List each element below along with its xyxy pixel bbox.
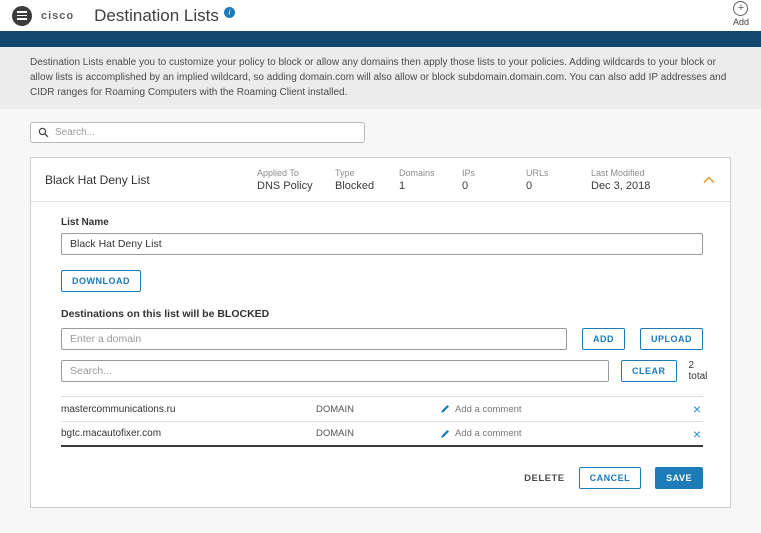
plus-icon: +: [733, 0, 749, 16]
col-domains: Domains 1: [399, 167, 435, 192]
add-comment-button[interactable]: Add a comment: [440, 404, 522, 415]
destination-cell: bgtc.macautofixer.com: [61, 428, 162, 439]
add-domain-row: ADD UPLOAD: [61, 328, 703, 350]
card-footer-actions: DELETE CANCEL SAVE: [61, 467, 703, 489]
download-button[interactable]: DOWNLOAD: [61, 270, 141, 292]
search-icon: [38, 127, 49, 138]
top-header: cisco Destination Lists i + Add: [0, 0, 761, 31]
info-banner-text: Destination Lists enable you to customiz…: [30, 57, 727, 98]
list-name-input[interactable]: [61, 233, 703, 255]
col-type: Type Blocked: [335, 167, 375, 192]
delete-button[interactable]: DELETE: [524, 473, 564, 484]
table-row: bgtc.macautofixer.com DOMAIN Add a comme…: [61, 422, 703, 447]
delete-row-icon[interactable]: ×: [691, 427, 703, 441]
cancel-button[interactable]: CANCEL: [578, 467, 642, 489]
domain-field-wrap: [61, 328, 567, 350]
add-button-label: Add: [732, 16, 749, 27]
delete-row-icon[interactable]: ×: [691, 402, 703, 416]
list-name: Black Hat Deny List: [45, 172, 150, 187]
add-domain-button[interactable]: ADD: [582, 328, 625, 350]
save-button[interactable]: SAVE: [655, 467, 703, 489]
chevron-up-icon: [703, 176, 715, 184]
info-icon[interactable]: i: [223, 6, 235, 18]
total-count: 2 total: [688, 360, 708, 382]
page: cisco Destination Lists i + Add Destinat…: [0, 0, 761, 533]
pencil-icon: [441, 429, 449, 438]
pencil-icon: [441, 405, 449, 413]
global-search: [30, 122, 365, 143]
nav-bar: [0, 31, 761, 47]
upload-button[interactable]: UPLOAD: [640, 328, 703, 350]
list-detail: List Name DOWNLOAD Destinations on this …: [31, 202, 730, 507]
filter-search-input[interactable]: [61, 360, 609, 382]
destinations-blocked-label: Destinations on this list will be BLOCKE…: [61, 308, 270, 320]
filter-row: CLEAR 2 total: [61, 360, 707, 382]
col-urls: URLs 0: [526, 167, 549, 192]
global-search-input[interactable]: [55, 127, 357, 138]
col-ips: IPs 0: [462, 167, 476, 192]
add-button[interactable]: + Add: [732, 0, 749, 27]
enter-domain-input[interactable]: [61, 328, 567, 350]
list-name-field-wrap: [61, 233, 703, 255]
filter-field-wrap: [61, 360, 609, 382]
destination-cell: mastercommunications.ru: [61, 403, 176, 415]
col-applied-to: Applied To DNS Policy: [257, 167, 313, 192]
add-comment-button[interactable]: Add a comment: [440, 428, 522, 439]
info-banner: Destination Lists enable you to customiz…: [0, 47, 761, 109]
destination-list-card: Black Hat Deny List Applied To DNS Polic…: [30, 157, 731, 508]
main-content: Black Hat Deny List Applied To DNS Polic…: [0, 122, 761, 508]
list-summary-row[interactable]: Black Hat Deny List Applied To DNS Polic…: [31, 158, 730, 202]
page-title: Destination Lists i: [94, 6, 235, 26]
clear-button[interactable]: CLEAR: [621, 360, 677, 382]
hamburger-menu-icon[interactable]: [12, 5, 32, 26]
destinations-table: mastercommunications.ru DOMAIN Add a com…: [61, 396, 703, 447]
page-title-text: Destination Lists: [94, 5, 219, 25]
table-row: mastercommunications.ru DOMAIN Add a com…: [61, 397, 703, 422]
cisco-logo: cisco: [41, 9, 75, 22]
col-last-modified: Last Modified Dec 3, 2018: [591, 167, 651, 192]
type-cell: DOMAIN: [316, 428, 354, 439]
list-name-label: List Name: [61, 217, 109, 228]
type-cell: DOMAIN: [316, 403, 354, 415]
collapse-button[interactable]: [701, 170, 717, 189]
